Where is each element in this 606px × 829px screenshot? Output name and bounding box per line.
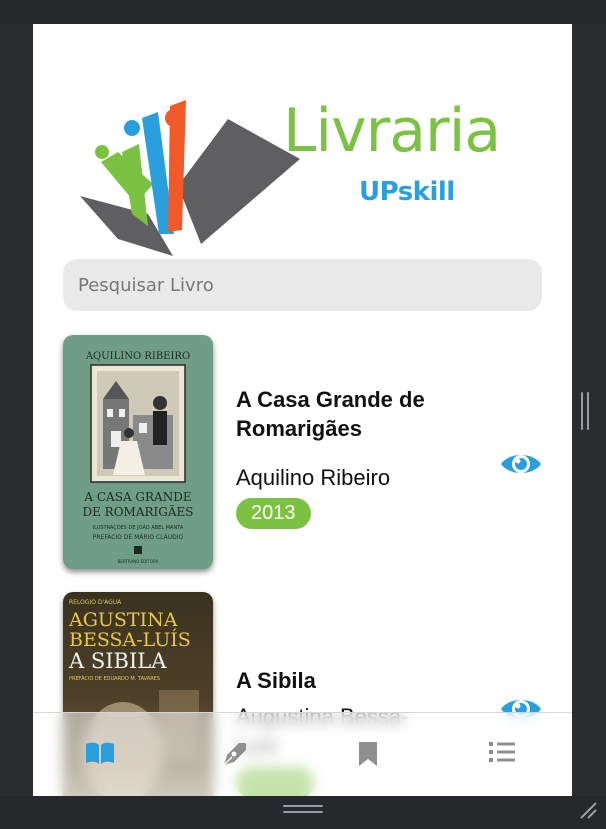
book-year-badge: 2013	[236, 498, 311, 529]
cover-preface: PREFÁCIO DE EDUARDO M. TAVARES	[69, 675, 160, 682]
window-top-bar	[0, 0, 606, 24]
book-title: A Sibila	[236, 668, 316, 693]
app-screen: Livraria UPskill AQUILINO RIBEIRO	[33, 24, 572, 796]
book-card[interactable]: AQUILINO RIBEIRO A CASA GRANDE DE ROMARI…	[33, 335, 572, 571]
book-title: A Casa Grande de Romarigães	[236, 387, 425, 441]
cover-illustrator: ILUSTRAÇÕES DE JOÃO ABEL MANTA	[93, 524, 184, 531]
cover-author: AQUILINO RIBEIRO	[85, 351, 190, 362]
tab-authors[interactable]	[167, 713, 301, 796]
view-eye-icon[interactable]	[500, 443, 542, 485]
list-icon	[489, 742, 515, 762]
open-book-icon	[86, 742, 114, 764]
cover-title: A SIBILA	[68, 649, 167, 673]
book-author: Aquilino Ribeiro	[236, 465, 391, 490]
search-input[interactable]	[63, 259, 542, 311]
tab-books[interactable]	[33, 713, 167, 796]
corner-resize-icon[interactable]	[578, 800, 598, 820]
bottom-resize-handle[interactable]	[283, 805, 323, 813]
cover-series: RELOGIO D'AGUA	[69, 599, 122, 606]
brand-subtitle: UPskill	[359, 177, 455, 207]
cover-title-line2: DE ROMARIGÃES	[82, 504, 193, 519]
side-resize-handle[interactable]	[581, 392, 590, 430]
brand-title: Livraria	[283, 96, 501, 166]
cover-artwork: AQUILINO RIBEIRO A CASA GRANDE DE ROMARI…	[82, 351, 193, 564]
bottom-tab-bar	[33, 712, 572, 796]
cover-publisher: BERTRAND EDITORA	[118, 559, 159, 564]
cover-author-line1: AGUSTINA	[68, 609, 178, 631]
cover-preface: PREFÁCIO DE MÁRIO CLÁUDIO	[93, 534, 184, 541]
cover-title-line1: A CASA GRANDE	[83, 490, 191, 504]
window-left-gutter	[0, 24, 33, 796]
tab-list[interactable]	[435, 713, 569, 796]
cover-author-line2: BESSA-LUÍS	[69, 628, 191, 651]
book-cover-image[interactable]: AQUILINO RIBEIRO A CASA GRANDE DE ROMARI…	[63, 335, 213, 569]
bookmark-icon	[359, 742, 377, 766]
tab-saved[interactable]	[301, 713, 435, 796]
pen-nib-icon	[223, 743, 246, 766]
